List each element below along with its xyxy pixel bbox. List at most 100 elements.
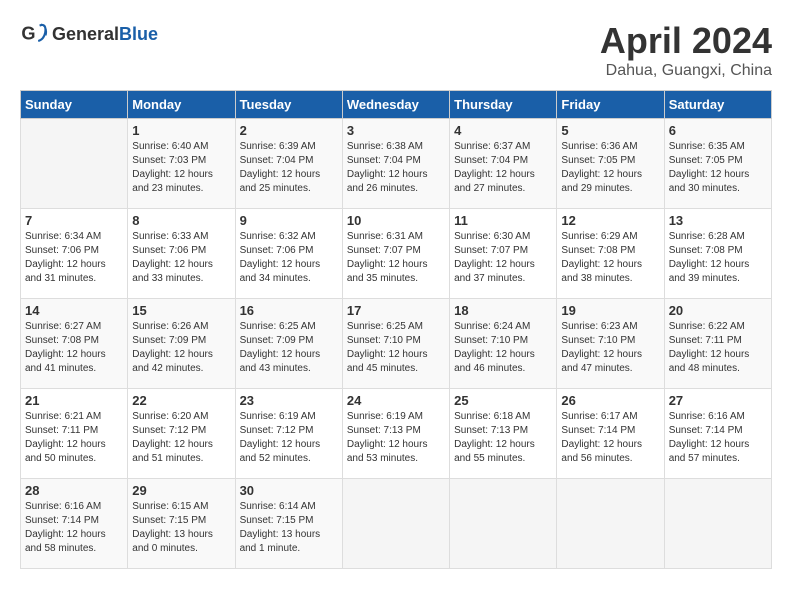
- calendar-week-row: 1 Sunrise: 6:40 AMSunset: 7:03 PMDaylight…: [21, 119, 772, 209]
- title-area: April 2024 Dahua, Guangxi, China: [600, 20, 772, 80]
- weekday-header: Tuesday: [235, 91, 342, 119]
- day-info: Sunrise: 6:31 AMSunset: 7:07 PMDaylight:…: [347, 230, 445, 286]
- weekday-header: Friday: [557, 91, 664, 119]
- calendar-week-row: 14 Sunrise: 6:27 AMSunset: 7:08 PMDayligh…: [21, 299, 772, 389]
- calendar-cell: 18 Sunrise: 6:24 AMSunset: 7:10 PMDayligh…: [450, 299, 557, 389]
- day-info: Sunrise: 6:16 AMSunset: 7:14 PMDaylight:…: [669, 410, 767, 466]
- day-number: 25: [454, 393, 552, 408]
- day-number: 26: [561, 393, 659, 408]
- day-info: Sunrise: 6:23 AMSunset: 7:10 PMDaylight:…: [561, 320, 659, 376]
- svg-text:G: G: [21, 24, 35, 44]
- calendar-cell: 8 Sunrise: 6:33 AMSunset: 7:06 PMDaylight…: [128, 209, 235, 299]
- calendar-cell: 27 Sunrise: 6:16 AMSunset: 7:14 PMDayligh…: [664, 389, 771, 479]
- calendar-cell: 25 Sunrise: 6:18 AMSunset: 7:13 PMDayligh…: [450, 389, 557, 479]
- calendar-cell: 24Sunrise: 6:19 AMSunset: 7:13 PMDayligh…: [342, 389, 449, 479]
- day-info: Sunrise: 6:37 AMSunset: 7:04 PMDaylight:…: [454, 140, 552, 196]
- day-info: Sunrise: 6:24 AMSunset: 7:10 PMDaylight:…: [454, 320, 552, 376]
- day-number: 18: [454, 303, 552, 318]
- day-info: Sunrise: 6:16 AMSunset: 7:14 PMDaylight:…: [25, 500, 123, 556]
- logo-text: GeneralBlue: [52, 24, 158, 45]
- logo: G GeneralBlue: [20, 20, 158, 48]
- calendar-cell: 30 Sunrise: 6:14 AMSunset: 7:15 PMDayligh…: [235, 479, 342, 569]
- weekday-header: Monday: [128, 91, 235, 119]
- calendar-cell: 22Sunrise: 6:20 AMSunset: 7:12 PMDayligh…: [128, 389, 235, 479]
- day-info: Sunrise: 6:39 AMSunset: 7:04 PMDaylight:…: [240, 140, 338, 196]
- calendar-header: SundayMondayTuesdayWednesdayThursdayFrid…: [21, 91, 772, 119]
- day-number: 8: [132, 213, 230, 228]
- day-number: 19: [561, 303, 659, 318]
- calendar-cell: 14 Sunrise: 6:27 AMSunset: 7:08 PMDayligh…: [21, 299, 128, 389]
- day-number: 27: [669, 393, 767, 408]
- day-info: Sunrise: 6:29 AMSunset: 7:08 PMDaylight:…: [561, 230, 659, 286]
- calendar-cell: 3 Sunrise: 6:38 AMSunset: 7:04 PMDaylight…: [342, 119, 449, 209]
- calendar-cell: 9 Sunrise: 6:32 AMSunset: 7:06 PMDaylight…: [235, 209, 342, 299]
- calendar-cell: 29 Sunrise: 6:15 AMSunset: 7:15 PMDayligh…: [128, 479, 235, 569]
- calendar-cell: 11 Sunrise: 6:30 AMSunset: 7:07 PMDayligh…: [450, 209, 557, 299]
- day-number: 3: [347, 123, 445, 138]
- day-number: 11: [454, 213, 552, 228]
- day-info: Sunrise: 6:32 AMSunset: 7:06 PMDaylight:…: [240, 230, 338, 286]
- calendar-cell: 12 Sunrise: 6:29 AMSunset: 7:08 PMDayligh…: [557, 209, 664, 299]
- day-info: Sunrise: 6:15 AMSunset: 7:15 PMDaylight:…: [132, 500, 230, 556]
- calendar-cell: [450, 479, 557, 569]
- calendar-cell: 28 Sunrise: 6:16 AMSunset: 7:14 PMDayligh…: [21, 479, 128, 569]
- day-info: Sunrise: 6:30 AMSunset: 7:07 PMDaylight:…: [454, 230, 552, 286]
- day-info: Sunrise: 6:38 AMSunset: 7:04 PMDaylight:…: [347, 140, 445, 196]
- day-number: 14: [25, 303, 123, 318]
- day-number: 6: [669, 123, 767, 138]
- day-info: Sunrise: 6:40 AMSunset: 7:03 PMDaylight:…: [132, 140, 230, 196]
- calendar-cell: [664, 479, 771, 569]
- calendar-cell: 21 Sunrise: 6:21 AMSunset: 7:11 PMDayligh…: [21, 389, 128, 479]
- calendar-cell: 17Sunrise: 6:25 AMSunset: 7:10 PMDayligh…: [342, 299, 449, 389]
- day-info: Sunrise: 6:28 AMSunset: 7:08 PMDaylight:…: [669, 230, 767, 286]
- day-number: 9: [240, 213, 338, 228]
- calendar-cell: [21, 119, 128, 209]
- logo-general: General: [52, 24, 119, 44]
- day-number: 20: [669, 303, 767, 318]
- day-info: Sunrise: 6:14 AMSunset: 7:15 PMDaylight:…: [240, 500, 338, 556]
- day-number: 5: [561, 123, 659, 138]
- day-info: Sunrise: 6:25 AMSunset: 7:09 PMDaylight:…: [240, 320, 338, 376]
- day-number: 29: [132, 483, 230, 498]
- day-number: 7: [25, 213, 123, 228]
- day-number: 15: [132, 303, 230, 318]
- day-number: 12: [561, 213, 659, 228]
- calendar-cell: [557, 479, 664, 569]
- calendar-week-row: 7Sunrise: 6:34 AMSunset: 7:06 PMDaylight…: [21, 209, 772, 299]
- location-title: Dahua, Guangxi, China: [600, 62, 772, 80]
- calendar-cell: 26 Sunrise: 6:17 AMSunset: 7:14 PMDayligh…: [557, 389, 664, 479]
- day-info: Sunrise: 6:36 AMSunset: 7:05 PMDaylight:…: [561, 140, 659, 196]
- calendar-body: 1 Sunrise: 6:40 AMSunset: 7:03 PMDaylight…: [21, 119, 772, 569]
- day-number: 1: [132, 123, 230, 138]
- calendar-cell: 10Sunrise: 6:31 AMSunset: 7:07 PMDayligh…: [342, 209, 449, 299]
- weekday-header: Wednesday: [342, 91, 449, 119]
- day-info: Sunrise: 6:18 AMSunset: 7:13 PMDaylight:…: [454, 410, 552, 466]
- weekday-header: Saturday: [664, 91, 771, 119]
- day-number: 4: [454, 123, 552, 138]
- page-header: G GeneralBlue April 2024 Dahua, Guangxi,…: [20, 20, 772, 80]
- calendar-week-row: 28 Sunrise: 6:16 AMSunset: 7:14 PMDayligh…: [21, 479, 772, 569]
- day-info: Sunrise: 6:20 AMSunset: 7:12 PMDaylight:…: [132, 410, 230, 466]
- calendar-cell: 2Sunrise: 6:39 AMSunset: 7:04 PMDaylight…: [235, 119, 342, 209]
- day-number: 24: [347, 393, 445, 408]
- day-info: Sunrise: 6:17 AMSunset: 7:14 PMDaylight:…: [561, 410, 659, 466]
- day-info: Sunrise: 6:25 AMSunset: 7:10 PMDaylight:…: [347, 320, 445, 376]
- calendar-cell: 7Sunrise: 6:34 AMSunset: 7:06 PMDaylight…: [21, 209, 128, 299]
- day-number: 13: [669, 213, 767, 228]
- day-number: 30: [240, 483, 338, 498]
- day-info: Sunrise: 6:27 AMSunset: 7:08 PMDaylight:…: [25, 320, 123, 376]
- logo-blue: Blue: [119, 24, 158, 44]
- calendar-table: SundayMondayTuesdayWednesdayThursdayFrid…: [20, 90, 772, 569]
- calendar-cell: 1 Sunrise: 6:40 AMSunset: 7:03 PMDaylight…: [128, 119, 235, 209]
- calendar-cell: 20Sunrise: 6:22 AMSunset: 7:11 PMDayligh…: [664, 299, 771, 389]
- day-info: Sunrise: 6:26 AMSunset: 7:09 PMDaylight:…: [132, 320, 230, 376]
- day-number: 28: [25, 483, 123, 498]
- calendar-cell: 16Sunrise: 6:25 AMSunset: 7:09 PMDayligh…: [235, 299, 342, 389]
- calendar-cell: 19 Sunrise: 6:23 AMSunset: 7:10 PMDayligh…: [557, 299, 664, 389]
- weekday-header: Sunday: [21, 91, 128, 119]
- day-info: Sunrise: 6:33 AMSunset: 7:06 PMDaylight:…: [132, 230, 230, 286]
- day-number: 21: [25, 393, 123, 408]
- day-info: Sunrise: 6:21 AMSunset: 7:11 PMDaylight:…: [25, 410, 123, 466]
- day-info: Sunrise: 6:19 AMSunset: 7:12 PMDaylight:…: [240, 410, 338, 466]
- calendar-cell: [342, 479, 449, 569]
